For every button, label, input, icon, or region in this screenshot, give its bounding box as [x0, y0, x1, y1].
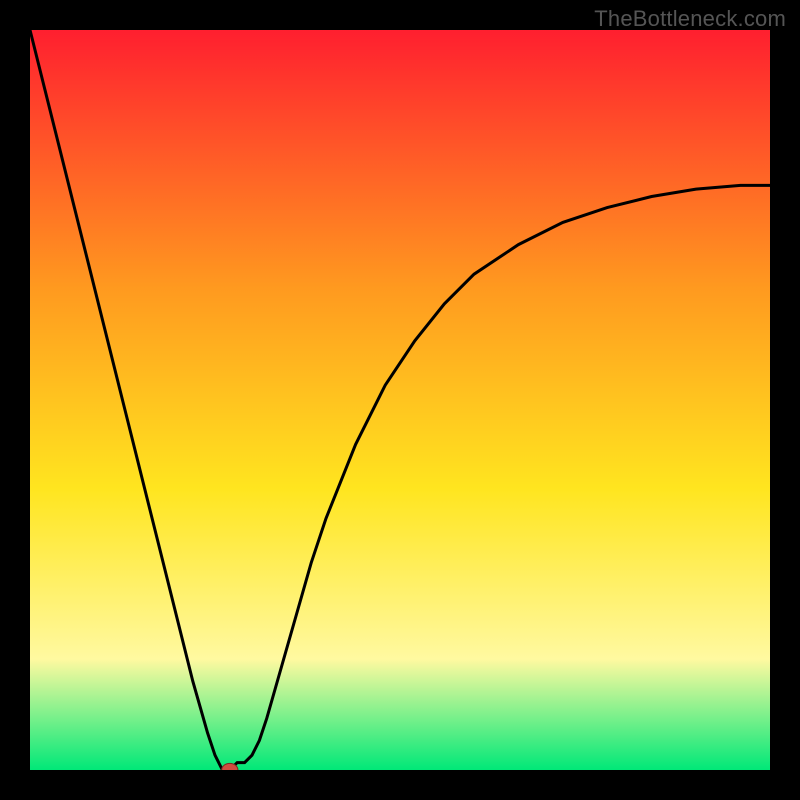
chart-frame: TheBottleneck.com [0, 0, 800, 800]
watermark-text: TheBottleneck.com [594, 6, 786, 32]
bottleneck-chart [30, 30, 770, 770]
gradient-background [30, 30, 770, 770]
plot-area [30, 30, 770, 770]
